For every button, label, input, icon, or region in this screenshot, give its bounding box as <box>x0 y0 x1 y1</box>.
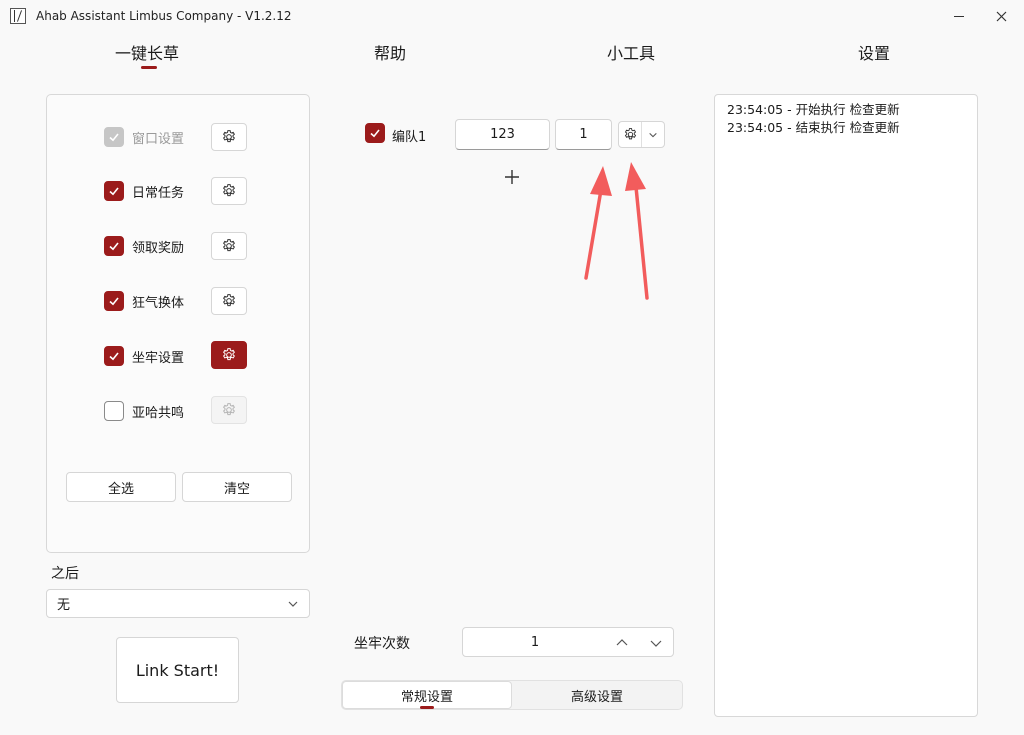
tab-tools[interactable]: 小工具 <box>607 40 655 64</box>
after-action-value: 无 <box>57 598 71 613</box>
prison-settings-gear-button[interactable] <box>211 341 247 369</box>
check-icon <box>109 242 119 251</box>
task-claim-rewards[interactable]: 领取奖励 <box>104 234 184 258</box>
active-settings-tab-indicator <box>420 706 434 709</box>
chevron-down-icon[interactable] <box>649 636 663 650</box>
checkbox-ahab-resonance[interactable] <box>104 401 124 421</box>
check-icon <box>109 187 119 196</box>
arrow-up-icon <box>625 162 649 300</box>
gear-icon <box>223 348 235 361</box>
tab-one-click[interactable]: 一键长草 <box>115 40 179 64</box>
minimize-button[interactable] <box>936 0 982 32</box>
select-all-button[interactable]: 全选 <box>66 472 176 502</box>
task-enkephalin-swap[interactable]: 狂气换体 <box>104 289 184 313</box>
arrow-up-icon <box>584 166 612 280</box>
clear-button[interactable]: 清空 <box>182 472 292 502</box>
check-icon <box>109 352 119 361</box>
claim-rewards-gear-button[interactable] <box>211 232 247 260</box>
enkephalin-swap-gear-button[interactable] <box>211 287 247 315</box>
check-icon <box>109 297 119 306</box>
task-label: 日常任务 <box>132 185 185 201</box>
chevron-down-icon <box>288 601 298 607</box>
task-label: 领取奖励 <box>132 240 185 256</box>
window-settings-gear-button[interactable] <box>211 123 247 151</box>
team-value-input-a[interactable]: 123 <box>455 119 550 150</box>
after-action-select[interactable]: 无 <box>46 589 310 618</box>
gear-icon <box>223 403 235 416</box>
link-start-button[interactable]: Link Start! <box>116 637 239 703</box>
plus-icon <box>505 170 519 184</box>
checkbox-window-settings[interactable] <box>104 127 124 147</box>
task-label: 亚哈共鸣 <box>132 405 185 421</box>
checkbox-daily-tasks[interactable] <box>104 181 124 201</box>
checkbox-prison-settings[interactable] <box>104 346 124 366</box>
checkbox-enkephalin-swap[interactable] <box>104 291 124 311</box>
after-label: 之后 <box>51 566 79 582</box>
gear-icon <box>223 239 235 252</box>
team-settings-split-button[interactable] <box>618 121 665 148</box>
active-tab-indicator <box>141 66 157 69</box>
tab-advanced-settings[interactable]: 高级设置 <box>512 681 682 709</box>
gear-icon <box>223 294 235 307</box>
check-icon <box>370 129 380 138</box>
prison-count-spinbox[interactable]: 1 <box>462 627 674 657</box>
task-label: 窗口设置 <box>132 131 185 147</box>
add-team-button[interactable] <box>502 167 522 187</box>
chevron-down-icon <box>649 132 657 137</box>
prison-count-label: 坐牢次数 <box>354 636 410 652</box>
gear-icon <box>223 184 235 197</box>
tab-help[interactable]: 帮助 <box>374 40 406 64</box>
gear-icon <box>223 130 235 143</box>
team-gear-button[interactable] <box>619 122 643 147</box>
task-window-settings[interactable]: 窗口设置 <box>104 125 184 149</box>
close-icon <box>996 11 1006 21</box>
log-line: 23:54:05 - 开始执行 检查更新 <box>727 102 900 117</box>
task-prison-settings[interactable]: 坐牢设置 <box>104 344 184 368</box>
tab-general-settings[interactable]: 常规设置 <box>342 681 512 709</box>
daily-tasks-gear-button[interactable] <box>211 177 247 205</box>
task-label: 坐牢设置 <box>132 350 185 366</box>
team-label: 编队1 <box>392 130 427 145</box>
title-bar: Ahab Assistant Limbus Company - V1.2.12 <box>0 0 1024 32</box>
app-logo-icon <box>10 8 26 24</box>
close-button[interactable] <box>978 0 1024 32</box>
log-panel: 23:54:05 - 开始执行 检查更新 23:54:05 - 结束执行 检查更… <box>714 94 978 717</box>
prison-count-value[interactable]: 1 <box>463 635 607 650</box>
team-dropdown-button[interactable] <box>642 122 664 147</box>
tab-settings[interactable]: 设置 <box>858 40 890 64</box>
chevron-up-icon[interactable] <box>615 636 629 650</box>
team-checkbox[interactable] <box>365 123 385 143</box>
task-panel: 窗口设置 日常任务 领取奖励 狂气换体 坐牢设置 亚哈共鸣 全选 清空 <box>46 94 310 553</box>
checkbox-claim-rewards[interactable] <box>104 236 124 256</box>
task-ahab-resonance[interactable]: 亚哈共鸣 <box>104 399 184 423</box>
task-daily-tasks[interactable]: 日常任务 <box>104 179 184 203</box>
gear-icon <box>624 128 636 140</box>
settings-tabbar: 常规设置 高级设置 <box>341 680 683 710</box>
minimize-icon <box>954 15 964 17</box>
ahab-resonance-gear-button[interactable] <box>211 396 247 424</box>
task-label: 狂气换体 <box>132 295 185 311</box>
team-value-input-b[interactable]: 1 <box>555 119 612 150</box>
check-icon <box>109 133 119 142</box>
window-title: Ahab Assistant Limbus Company - V1.2.12 <box>36 9 292 23</box>
log-line: 23:54:05 - 结束执行 检查更新 <box>727 120 900 135</box>
